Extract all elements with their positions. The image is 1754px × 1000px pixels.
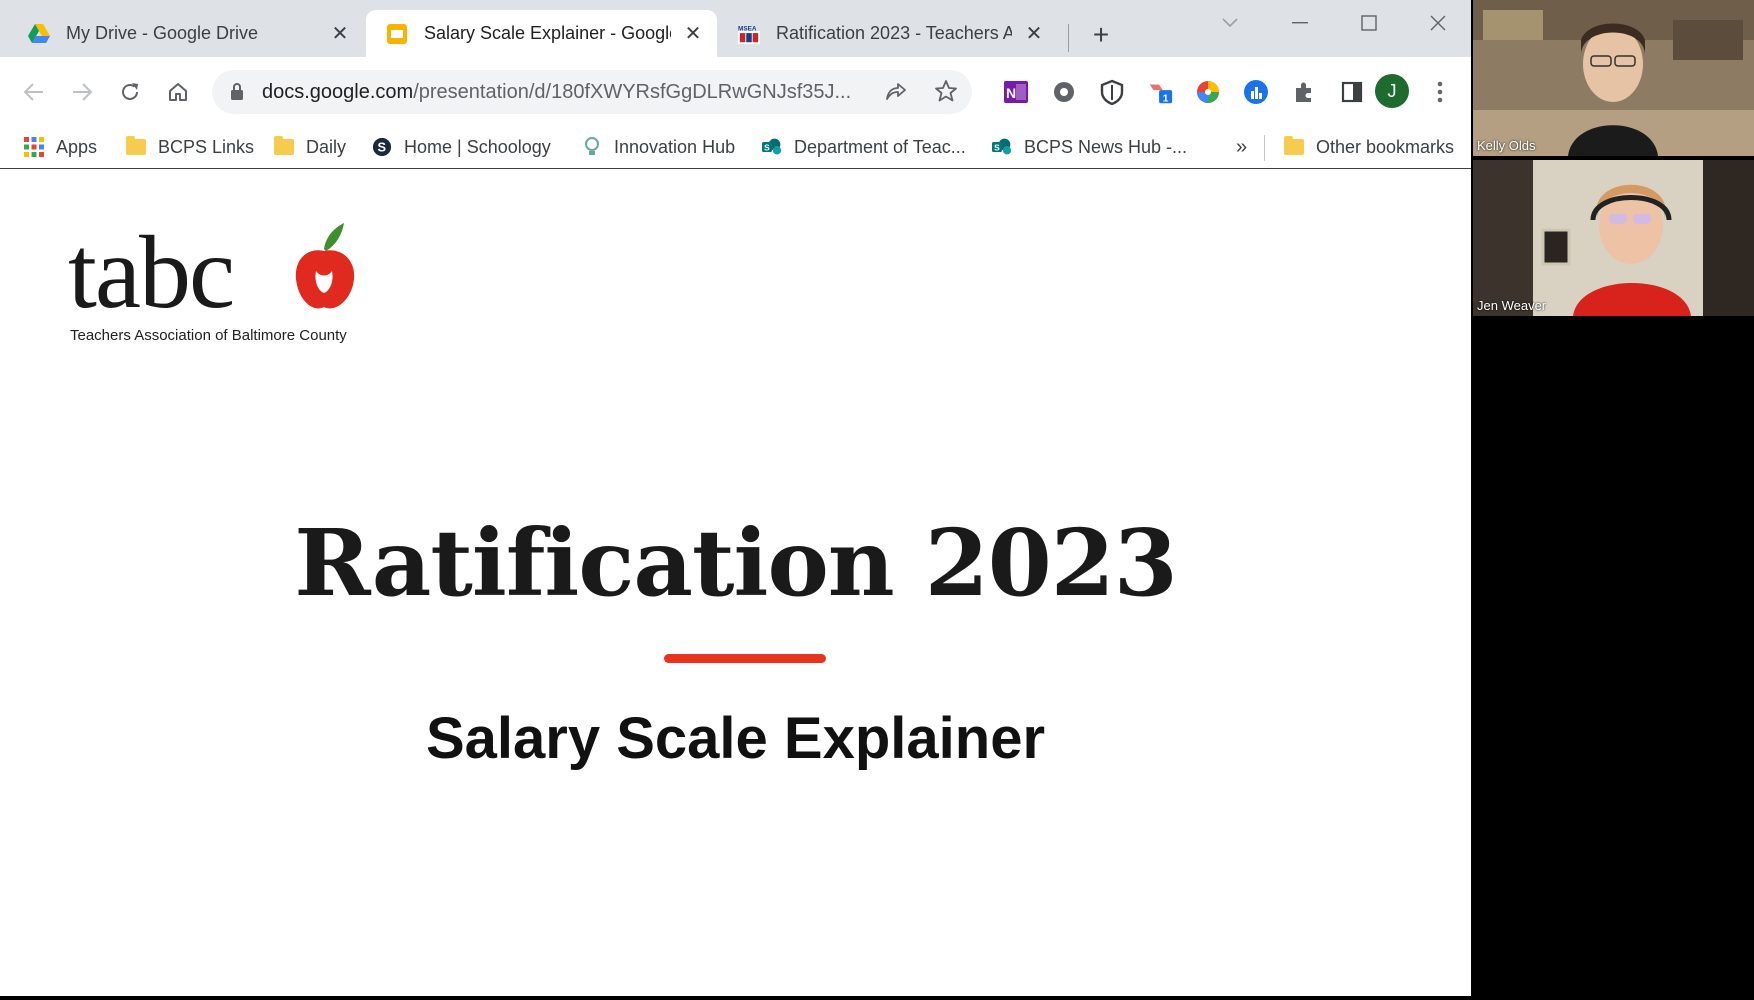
bookmark-daily[interactable]: Daily xyxy=(274,131,346,163)
participant-video-tile[interactable]: Jen Weaver xyxy=(1473,160,1754,316)
bookmark-label: Daily xyxy=(306,136,347,157)
bookmark-schoology[interactable]: S Home | Schoology xyxy=(372,131,551,163)
participant-video-feed xyxy=(1473,160,1754,316)
bookmark-label: Home | Schoology xyxy=(404,136,551,157)
new-tab-button[interactable]: + xyxy=(1086,19,1116,50)
tab-strip: My Drive - Google Drive ✕ Salary Scale E… xyxy=(0,0,1471,57)
analytics-extension-icon[interactable] xyxy=(1242,78,1270,106)
bookmark-apps[interactable]: Apps xyxy=(24,131,97,163)
sharepoint-icon: S xyxy=(992,137,1012,157)
logo-tagline: Teachers Association of Baltimore County xyxy=(70,327,347,344)
bookmark-bcps-links[interactable]: BCPS Links xyxy=(126,131,254,163)
schoology-icon: S xyxy=(372,137,392,157)
svg-text:S: S xyxy=(994,142,1000,152)
bookmarks-bar: Apps BCPS Links Daily S Home | Schoology… xyxy=(0,127,1471,169)
google-drive-icon xyxy=(28,23,50,45)
back-icon[interactable] xyxy=(16,74,52,110)
url-path: /presentation/d/180fXWYRsfGgDLRwGNJsf35J… xyxy=(413,81,852,103)
url-host: docs.google.com xyxy=(262,81,414,103)
bookmark-label: BCPS News Hub -... xyxy=(1024,136,1188,157)
reload-icon[interactable] xyxy=(112,74,148,110)
presentation-slide[interactable]: tabc Teachers Association of Baltimore C… xyxy=(0,169,1471,996)
folder-icon xyxy=(274,136,294,157)
folder-icon xyxy=(1284,136,1304,157)
share-icon[interactable] xyxy=(884,80,908,109)
svg-text:S: S xyxy=(377,140,385,155)
participant-video-tile[interactable]: Kelly Olds xyxy=(1473,0,1754,156)
side-panel-icon[interactable] xyxy=(1338,78,1366,106)
bookmark-innovation-hub[interactable]: Innovation Hub xyxy=(582,131,735,163)
tab-title: My Drive - Google Drive xyxy=(66,23,259,43)
bookmark-label: Innovation Hub xyxy=(614,136,736,157)
bookmark-other-bookmarks[interactable]: Other bookmarks xyxy=(1284,131,1454,163)
folder-icon xyxy=(126,136,146,157)
participant-name: Jen Weaver xyxy=(1477,298,1547,313)
minimize-icon[interactable] xyxy=(1280,8,1320,38)
browser-window: My Drive - Google Drive ✕ Salary Scale E… xyxy=(0,0,1471,996)
participant-video-feed xyxy=(1473,0,1754,156)
title-underline xyxy=(664,654,826,663)
apple-icon xyxy=(290,221,360,336)
home-icon[interactable] xyxy=(160,74,196,110)
browser-toolbar: docs.google.com/presentation/d/180fXWYRs… xyxy=(0,57,1471,127)
address-bar[interactable]: docs.google.com/presentation/d/180fXWYRs… xyxy=(212,70,972,114)
participant-name: Kelly Olds xyxy=(1477,138,1536,153)
tab-search-icon[interactable] xyxy=(1210,8,1250,38)
apps-grid-icon xyxy=(24,137,44,157)
more-menu-icon[interactable] xyxy=(1428,74,1452,110)
bookmark-bcps-news-hub[interactable]: S BCPS News Hub -... xyxy=(992,131,1187,163)
close-tab-icon[interactable]: ✕ xyxy=(328,22,352,46)
bookmark-label: Other bookmarks xyxy=(1316,136,1455,157)
settings-extension-icon[interactable] xyxy=(1050,78,1078,106)
slide-title: Ratification 2023 xyxy=(294,509,1178,617)
shield-extension-icon[interactable] xyxy=(1098,78,1126,106)
svg-text:S: S xyxy=(764,142,770,152)
bookmark-label: Apps xyxy=(56,136,98,157)
tab-salary-scale[interactable]: Salary Scale Explainer - Google Slides ✕ xyxy=(366,10,717,57)
color-wheel-extension-icon[interactable] xyxy=(1194,78,1222,106)
tab-ratification[interactable]: MSEA Ratification 2023 - Teachers Associ… xyxy=(718,10,1058,57)
tab-separator xyxy=(1068,24,1069,52)
tabc-logo: tabc Teachers Association of Baltimore C… xyxy=(68,221,378,351)
extension-badge-count: 1 xyxy=(1163,93,1169,104)
onenote-extension-icon[interactable]: N xyxy=(1002,78,1030,106)
close-tab-icon[interactable]: ✕ xyxy=(1022,22,1046,46)
cast-extension-icon[interactable]: 1 xyxy=(1146,78,1174,106)
sharepoint-icon: S xyxy=(762,137,782,157)
forward-icon[interactable] xyxy=(64,74,100,110)
close-window-icon[interactable] xyxy=(1418,8,1458,38)
tab-title: Ratification 2023 - Teachers Association xyxy=(776,23,1012,43)
extensions-puzzle-icon[interactable] xyxy=(1290,78,1318,106)
profile-avatar[interactable]: J xyxy=(1375,74,1409,108)
google-slides-icon xyxy=(386,23,408,45)
tab-my-drive[interactable]: My Drive - Google Drive ✕ xyxy=(8,10,364,57)
url-text[interactable]: docs.google.com/presentation/d/180fXWYRs… xyxy=(262,81,882,104)
tab-title: Salary Scale Explainer - Google Slides xyxy=(424,23,671,43)
bookmarks-separator xyxy=(1264,135,1265,161)
bookmark-star-icon[interactable] xyxy=(934,79,958,108)
lightbulb-icon xyxy=(582,137,602,157)
svg-text:N: N xyxy=(1006,85,1016,101)
bookmarks-overflow-button[interactable]: » xyxy=(1236,131,1247,163)
close-tab-icon[interactable]: ✕ xyxy=(681,22,705,46)
bookmark-label: Department of Teac... xyxy=(794,136,966,157)
logo-wordmark: tabc xyxy=(68,215,235,330)
bookmark-department[interactable]: S Department of Teac... xyxy=(762,131,966,163)
lock-icon[interactable] xyxy=(230,82,244,105)
maximize-icon[interactable] xyxy=(1349,8,1389,38)
msea-icon: MSEA xyxy=(738,23,760,45)
svg-text:MSEA: MSEA xyxy=(738,25,757,32)
bookmark-label: BCPS Links xyxy=(158,136,255,157)
slide-subtitle: Salary Scale Explainer xyxy=(425,706,1046,771)
